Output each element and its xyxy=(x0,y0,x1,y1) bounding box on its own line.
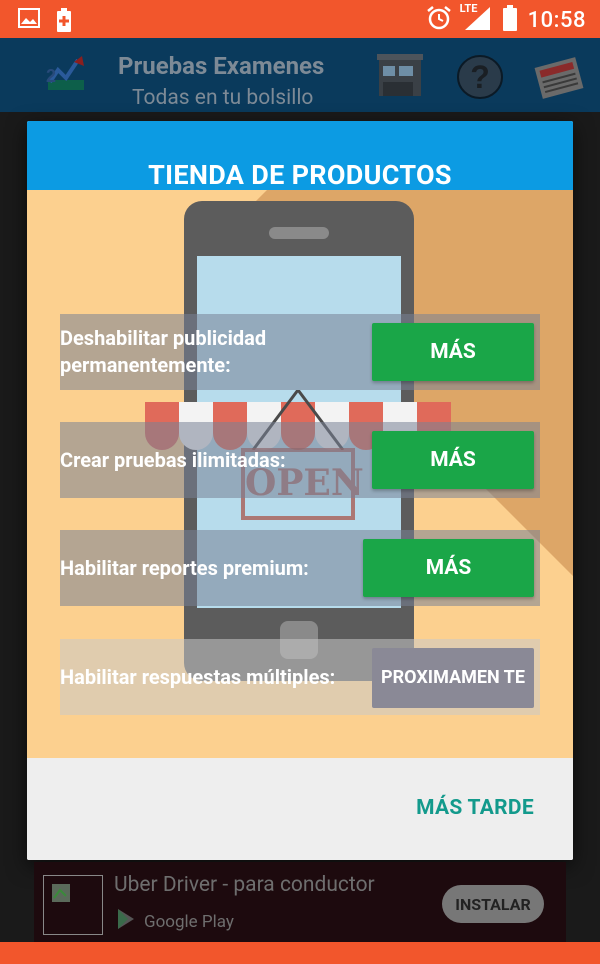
status-bar: LTE 10:58 xyxy=(0,0,600,38)
ad-image-icon xyxy=(43,875,103,935)
product-label: Crear pruebas ilimitadas: xyxy=(60,447,286,472)
google-play-icon xyxy=(116,908,136,935)
dialog-title: TIENDA DE PRODUCTOS xyxy=(148,159,452,191)
product-row: Crear pruebas ilimitadas: MÁS xyxy=(60,422,540,498)
ad-store: Google Play xyxy=(116,908,234,935)
store-icon[interactable] xyxy=(375,54,425,104)
news-icon[interactable] xyxy=(532,56,586,104)
clock: 10:58 xyxy=(527,7,586,33)
ad-store-label: Google Play xyxy=(144,911,234,932)
help-icon[interactable]: ? xyxy=(456,54,504,104)
battery-alert-icon xyxy=(56,8,72,36)
ad-banner[interactable]: Uber Driver - para conductor Google Play… xyxy=(34,862,566,942)
help-glyph: ? xyxy=(470,59,490,95)
product-label: Habilitar reportes premium: xyxy=(60,555,309,580)
signal-icon: LTE xyxy=(459,2,492,35)
alarm-icon xyxy=(426,5,452,35)
svg-text:2: 2 xyxy=(46,66,56,86)
dialog-body: OPEN Deshabilitar publicidad permanentem… xyxy=(27,190,573,758)
navigation-strip xyxy=(0,942,600,964)
app-logo-icon[interactable]: 2 xyxy=(44,52,94,100)
image-notification-icon xyxy=(18,8,40,36)
buy-remove-ads-button[interactable]: MÁS xyxy=(372,323,534,381)
network-type-label: LTE xyxy=(459,2,478,15)
buy-unlimited-tests-button[interactable]: MÁS xyxy=(372,431,534,489)
product-row: Habilitar respuestas múltiples: PROXIMAM… xyxy=(60,639,540,715)
ad-title: Uber Driver - para conductor xyxy=(114,873,375,897)
phone-speaker xyxy=(269,227,329,239)
buy-premium-reports-button[interactable]: MÁS xyxy=(363,539,534,597)
later-button[interactable]: MÁS TARDE xyxy=(416,796,534,820)
store-dialog: OPEN Deshabilitar publicidad permanentem… xyxy=(27,121,573,860)
battery-icon xyxy=(502,5,518,35)
dialog-footer: MÁS TARDE xyxy=(27,758,573,860)
product-row: Deshabilitar publicidad permanentemente:… xyxy=(60,314,540,390)
coming-soon-button: PROXIMAMEN TE xyxy=(372,648,534,708)
product-label: Habilitar respuestas múltiples: xyxy=(60,664,336,689)
app-subtitle: Todas en tu bolsillo xyxy=(132,86,314,110)
product-label: Deshabilitar publicidad permanentemente: xyxy=(60,326,267,377)
app-title: Pruebas Examenes xyxy=(118,52,325,80)
install-button[interactable]: INSTALAR xyxy=(442,885,544,923)
product-row: Habilitar reportes premium: MÁS xyxy=(60,530,540,606)
app-bar: 2 Pruebas Examenes Todas en tu bolsillo … xyxy=(0,38,600,112)
